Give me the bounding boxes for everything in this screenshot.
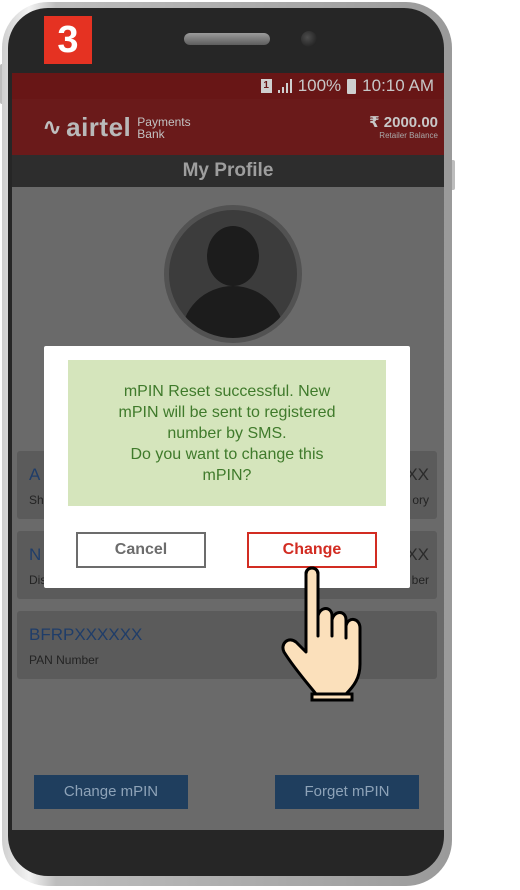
brand-name: airtel	[66, 112, 132, 142]
avatar-head	[207, 226, 259, 286]
avatar-body	[181, 286, 285, 338]
card-2-label-tail: ber	[411, 573, 429, 587]
brand-subtitle: Payments Bank	[137, 116, 190, 140]
speaker-grille	[184, 33, 270, 45]
step-badge: 3	[44, 16, 92, 64]
pointing-hand-icon	[281, 566, 362, 702]
brand-subtitle-line2: Bank	[137, 126, 165, 141]
mpin-reset-dialog: mPIN Reset successful. New mPIN will be …	[44, 346, 410, 588]
status-bar: 1 100% 10:10 AM	[12, 73, 444, 99]
battery-icon	[347, 78, 357, 94]
dialog-message: mPIN Reset successful. New mPIN will be …	[118, 382, 336, 484]
card-1-value: A	[29, 465, 41, 484]
cancel-button[interactable]: Cancel	[76, 532, 206, 568]
dialog-message-box: mPIN Reset successful. New mPIN will be …	[68, 360, 386, 506]
airtel-logo: ∿ airtel Payments Bank	[42, 112, 191, 143]
pan-label: PAN Number	[29, 653, 99, 667]
balance-value: ₹ 2000.00	[369, 114, 438, 131]
pan-value: BFRPXXXXXX	[29, 625, 143, 644]
page-title: My Profile	[12, 155, 444, 187]
card-2-value: N	[29, 545, 42, 564]
forget-mpin-button[interactable]: Forget mPIN	[275, 775, 419, 809]
signal-icon	[277, 79, 292, 93]
card-1-label: Sh	[29, 493, 44, 507]
avatar-icon[interactable]	[164, 205, 302, 343]
clock: 10:10 AM	[362, 76, 434, 95]
change-mpin-button[interactable]: Change mPIN	[34, 775, 188, 809]
retailer-balance: ₹ 2000.00 Retailer Balance	[369, 113, 438, 140]
balance-label: Retailer Balance	[379, 131, 438, 140]
app-bar: ∿ airtel Payments Bank ₹ 2000.00 Retaile…	[12, 99, 444, 155]
battery-percent: 100%	[297, 76, 342, 95]
airtel-logo-icon: ∿	[42, 114, 63, 141]
card-1-label-tail: ory	[412, 493, 429, 507]
front-camera	[301, 31, 317, 47]
sim-icon: 1	[260, 79, 272, 93]
